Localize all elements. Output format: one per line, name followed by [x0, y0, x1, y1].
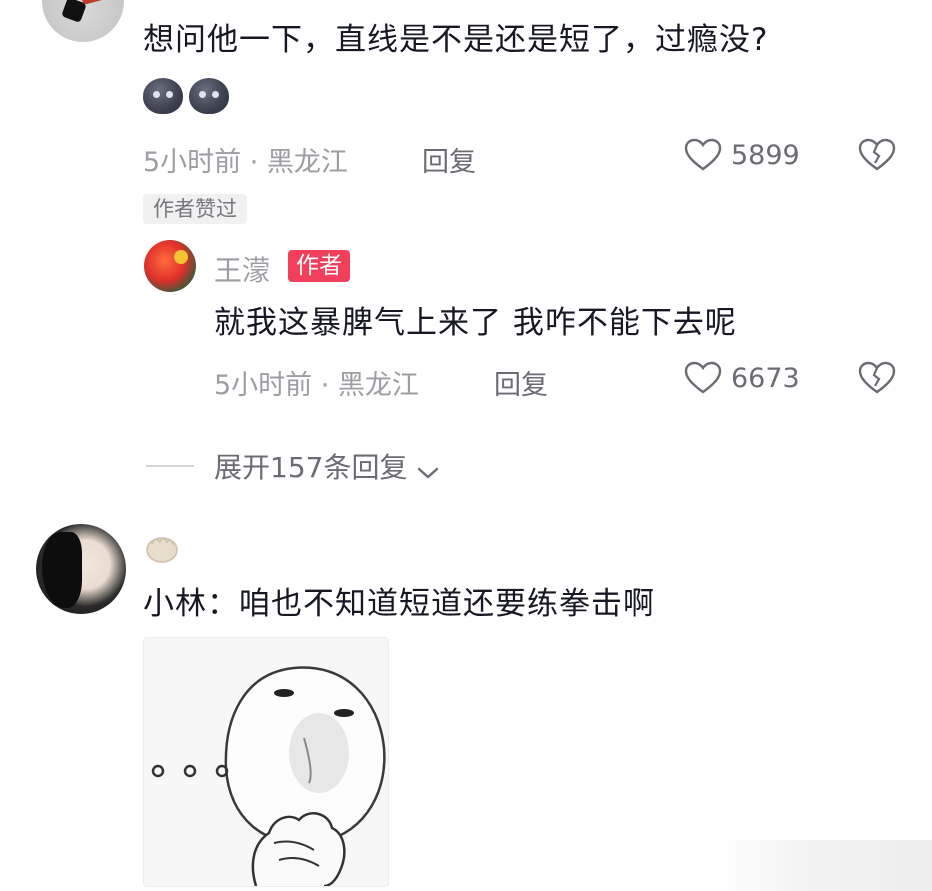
reply-button[interactable]: 回复: [422, 140, 476, 179]
commenter-avatar[interactable]: [42, 0, 124, 42]
like-count: 5899: [731, 140, 800, 171]
expand-replies-button[interactable]: 展开157条回复: [214, 446, 439, 486]
comment-time-location: 5小时前 · 黑龙江: [143, 147, 348, 178]
expand-replies-label: 展开157条回复: [214, 451, 408, 484]
commenter-avatar[interactable]: [36, 524, 126, 614]
reply-button[interactable]: 回复: [494, 363, 548, 402]
dislike-broken-heart-icon[interactable]: [858, 361, 898, 397]
reply-username[interactable]: 王濛: [214, 249, 270, 289]
chevron-down-icon: [417, 467, 438, 478]
dark-blob-emoji: [143, 78, 183, 114]
comment-text: 想问他一下，直线是不是还是短了，过瘾没?: [143, 22, 769, 58]
author-avatar[interactable]: [144, 240, 196, 292]
like-heart-icon[interactable]: [684, 361, 724, 397]
author-liked-badge: 作者赞过: [143, 194, 247, 224]
dislike-broken-heart-icon[interactable]: [858, 138, 898, 174]
reply-text: 就我这暴脾气上来了 我咋不能下去呢: [214, 305, 737, 341]
fist-badge-icon: [143, 528, 181, 566]
author-tag-badge: 作者: [288, 250, 350, 282]
blurred-corner: [716, 840, 932, 891]
comment-text: 小林：咱也不知道短道还要练拳击啊: [143, 586, 655, 622]
reply-time-location: 5小时前 · 黑龙江: [214, 370, 419, 401]
meme-image[interactable]: [143, 637, 389, 887]
dark-blob-emoji: [189, 78, 229, 114]
expand-divider: [146, 465, 194, 467]
comment-list: 想问他一下，直线是不是还是短了，过瘾没? 5小时前 · 黑龙江 回复 5899 …: [0, 0, 932, 891]
comment-emoji-row: [143, 78, 233, 118]
like-count: 6673: [731, 363, 800, 394]
like-heart-icon[interactable]: [684, 138, 724, 174]
